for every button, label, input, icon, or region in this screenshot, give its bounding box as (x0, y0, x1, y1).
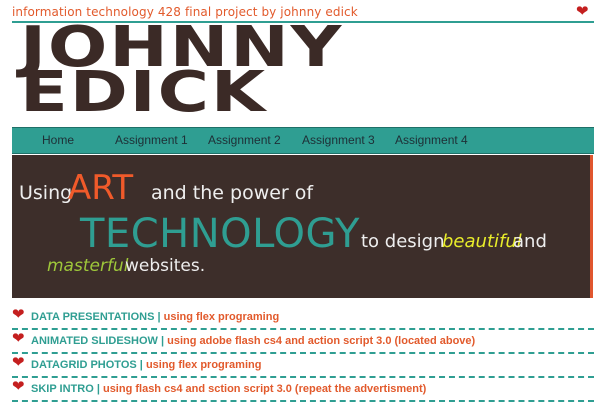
separator: | (154, 311, 164, 323)
list-item: ❤ SKIP INTRO | using flash cs4 and sctio… (12, 378, 594, 402)
nav-assignment-4[interactable]: Assignment 4 (395, 133, 468, 147)
main-nav: Home Assignment 1 Assignment 2 Assignmen… (12, 127, 594, 154)
hero-banner: Using ART and the power of TECHNOLOGY to… (12, 155, 593, 298)
hero-phrase-to-design: to design (361, 231, 445, 252)
heart-icon: ❤ (12, 330, 25, 347)
heart-icon: ❤ (12, 306, 25, 323)
list-item: ❤ DATAGRID PHOTOS | using flex programin… (12, 354, 594, 378)
nav-home[interactable]: Home (42, 133, 74, 147)
heart-icon: ❤ (576, 3, 589, 20)
hero-word-art: ART (68, 168, 134, 208)
list-item: ❤ DATA PRESENTATIONS | using flex progra… (12, 306, 594, 330)
project-link[interactable]: ANIMATED SLIDESHOW (31, 335, 158, 347)
separator: | (93, 383, 103, 395)
project-list: ❤ DATA PRESENTATIONS | using flex progra… (12, 306, 594, 402)
heart-icon: ❤ (12, 354, 25, 371)
project-description: using flex programing (145, 359, 262, 371)
separator: | (136, 359, 146, 371)
project-description: using flash cs4 and sction script 3.0 (r… (102, 383, 427, 395)
hero-word-using: Using (19, 182, 73, 204)
site-logo[interactable]: JOHNNY EDICK (20, 20, 343, 121)
hero-phrase-and-power: and the power of (151, 182, 314, 204)
project-link[interactable]: DATA PRESENTATIONS (31, 311, 154, 323)
nav-assignment-3[interactable]: Assignment 3 (302, 133, 375, 147)
hero-word-websites: websites. (125, 256, 206, 276)
nav-assignment-2[interactable]: Assignment 2 (208, 133, 281, 147)
project-link[interactable]: DATAGRID PHOTOS (31, 359, 137, 371)
hero-word-technology: TECHNOLOGY (80, 211, 360, 257)
list-item: ❤ ANIMATED SLIDESHOW | using adobe flash… (12, 330, 594, 354)
heart-icon: ❤ (12, 378, 25, 395)
project-description: using adobe flash cs4 and action script … (167, 335, 476, 347)
project-link[interactable]: SKIP INTRO (31, 383, 94, 395)
project-description: using flex programing (163, 311, 280, 323)
hero-word-and: and (513, 231, 547, 252)
hero-word-beautiful: beautiful (442, 231, 522, 252)
hero-word-masterful: masterful (47, 256, 129, 276)
separator: | (157, 335, 168, 347)
nav-assignment-1[interactable]: Assignment 1 (115, 133, 188, 147)
